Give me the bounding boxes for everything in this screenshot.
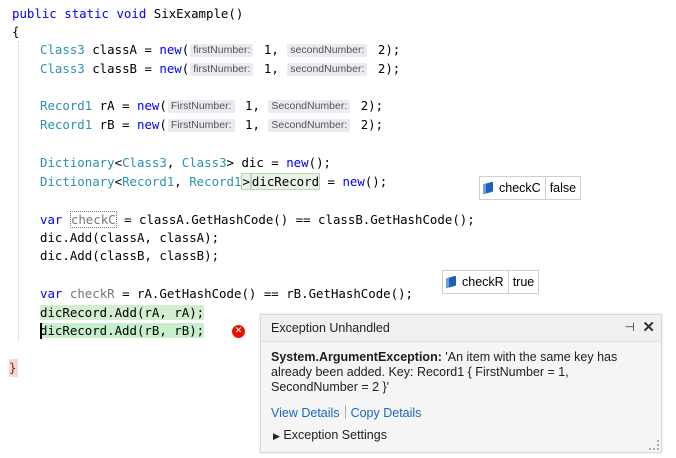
dicrecord-identifier: dicRecord [250,173,321,190]
param-hint: secondNumber: [287,44,368,57]
param-hint: firstNumber: [190,44,254,57]
error-icon[interactable]: ✕ [232,325,245,338]
pin-icon[interactable]: ⊣ [625,320,635,334]
open-brace[interactable]: { [12,23,19,41]
copy-details-link[interactable]: Copy Details [351,406,422,420]
checkr-identifier: checkR [69,286,115,301]
param-hint: firstNumber: [190,63,254,76]
param-hint: SecondNumber: [268,100,351,113]
code-line-class-a[interactable]: Class3 classA = new(firstNumber: 1, seco… [40,41,400,59]
param-hint: FirstNumber: [167,119,235,132]
code-line-dicrecord[interactable]: Dictionary<Record1, Record1> dicRecord = … [40,173,387,191]
close-icon[interactable]: ✕ [642,318,655,336]
code-line-radd2-current[interactable]: dicRecord.Add(rB, rB); [40,322,205,340]
datatip-value[interactable]: true [509,275,539,289]
code-line-rec-a[interactable]: Record1 rA = new(FirstNumber: 1, SecondN… [40,97,383,115]
exception-message: System.ArgumentException: 'An item with … [271,350,618,394]
chevron-right-icon: ▶ [273,431,280,441]
code-line-dic[interactable]: Dictionary<Class3, Class3> dic = new(); [40,154,331,172]
method-signature[interactable]: public static void SixExample() [12,5,243,23]
view-details-link[interactable]: View Details [271,406,340,420]
link-divider [344,405,346,419]
code-line-add1[interactable]: dic.Add(classA, classA); [40,229,219,247]
indent-guide [18,41,19,341]
param-hint: FirstNumber: [167,100,235,113]
close-brace[interactable]: } [9,359,18,377]
exception-helper-popup: Exception Unhandled ⊣ ✕ System.ArgumentE… [260,314,662,453]
datatip-checkc[interactable]: checkC false [479,176,582,200]
datatip-checkr[interactable]: checkR true [442,270,540,294]
code-line-class-b[interactable]: Class3 classB = new(firstNumber: 1, seco… [40,60,400,78]
code-line-rec-b[interactable]: Record1 rB = new(FirstNumber: 1, SecondN… [40,116,383,134]
text-caret [40,323,42,339]
exception-title: Exception Unhandled [271,321,390,335]
code-line-radd1[interactable]: dicRecord.Add(rA, rA); [40,304,205,322]
code-line-checkc[interactable]: var checkC = classA.GetHashCode() == cla… [40,211,475,229]
resize-grip[interactable] [649,440,659,450]
variable-icon [446,275,456,289]
exception-settings-toggle[interactable]: ▶ Exception Settings [273,428,387,442]
code-line-add2[interactable]: dic.Add(classB, classB); [40,247,219,265]
checkc-identifier: checkC [69,211,117,228]
param-hint: SecondNumber: [268,119,351,132]
variable-icon [483,181,493,195]
exception-header: Exception Unhandled ⊣ ✕ [261,315,661,342]
datatip-value[interactable]: false [546,181,580,195]
exception-links: View Details Copy Details [271,405,421,420]
param-hint: secondNumber: [287,63,368,76]
code-line-checkr[interactable]: var checkR = rA.GetHashCode() == rB.GetH… [40,285,413,303]
